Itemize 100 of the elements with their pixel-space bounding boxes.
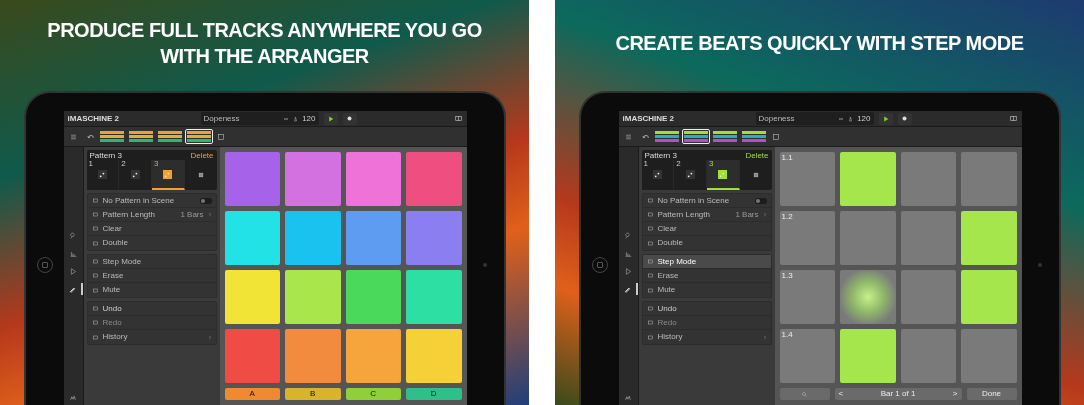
menu-row[interactable]: History xyxy=(87,330,216,344)
add-pattern-icon xyxy=(197,172,204,178)
drum-pad[interactable] xyxy=(224,211,280,265)
delete-link[interactable]: Delete xyxy=(190,152,214,160)
drum-pad[interactable] xyxy=(224,152,280,206)
pattern-number: 1 xyxy=(88,160,93,168)
play-button[interactable] xyxy=(878,112,893,125)
pattern-slot[interactable]: 1 xyxy=(641,160,675,190)
drum-pad[interactable] xyxy=(224,329,280,383)
step-pad[interactable]: 1.3 xyxy=(779,270,835,324)
drum-pad[interactable] xyxy=(345,152,401,206)
menu-row[interactable]: Undo xyxy=(87,302,216,316)
drum-pad[interactable] xyxy=(285,211,341,265)
step-pad[interactable]: 1.4 xyxy=(779,329,835,383)
scene-clip[interactable] xyxy=(97,129,126,144)
menu-row[interactable]: Double xyxy=(642,236,771,250)
pencil-icon xyxy=(623,285,631,293)
menu-row[interactable]: No Pattern in Scene xyxy=(87,194,216,208)
scene-clip[interactable] xyxy=(710,129,739,144)
menu-label: History xyxy=(657,333,684,341)
cursor-icon xyxy=(69,267,77,275)
pattern-slot[interactable]: 3 xyxy=(152,160,185,190)
menu-row[interactable]: No Pattern in Scene xyxy=(642,194,771,208)
play-button[interactable] xyxy=(323,112,338,125)
drum-pad[interactable] xyxy=(406,152,462,206)
next-bar-button[interactable]: > xyxy=(952,390,958,398)
drum-pad[interactable] xyxy=(345,270,401,324)
group-tab[interactable]: B xyxy=(285,388,341,400)
zoom-button[interactable] xyxy=(779,388,830,400)
scene-clip[interactable] xyxy=(155,129,184,144)
menu-label: Double xyxy=(657,239,683,247)
wave-icon xyxy=(624,395,632,401)
step-pad[interactable]: 1.2 xyxy=(779,211,835,265)
menu-row[interactable]: Step Mode xyxy=(642,255,771,269)
menu-row[interactable]: Clear xyxy=(87,222,216,236)
scene-clip[interactable] xyxy=(652,129,681,144)
menu-row[interactable]: Erase xyxy=(642,269,771,283)
record-button[interactable] xyxy=(342,112,357,125)
drum-pad[interactable] xyxy=(345,329,401,383)
bars-icon xyxy=(69,249,77,257)
menu-row[interactable]: History xyxy=(642,330,771,344)
toggle-switch[interactable] xyxy=(754,197,767,204)
done-button[interactable]: Done xyxy=(966,388,1017,400)
menu-row[interactable]: Pattern Length 1 Bars xyxy=(87,208,216,222)
drum-pad[interactable] xyxy=(285,152,341,206)
drum-pad[interactable] xyxy=(285,329,341,383)
menu-row[interactable]: Clear xyxy=(642,222,771,236)
drum-pad[interactable] xyxy=(224,270,280,324)
scene-clip[interactable] xyxy=(739,129,768,144)
toggle-switch[interactable] xyxy=(199,197,212,204)
more-icon xyxy=(283,116,290,121)
project-field[interactable]: Dopeness 120 xyxy=(200,112,319,125)
drum-pad[interactable] xyxy=(406,270,462,324)
menu-row[interactable]: Double xyxy=(87,236,216,250)
scene-clip[interactable] xyxy=(681,129,710,144)
scene-clip[interactable] xyxy=(126,129,155,144)
item-icon xyxy=(91,226,99,231)
delete-link[interactable]: Delete xyxy=(745,152,769,160)
menu-row[interactable]: Erase xyxy=(87,269,216,283)
menu-row[interactable]: Mute xyxy=(87,283,216,297)
step-pad[interactable] xyxy=(840,270,896,324)
menu-row[interactable]: Step Mode xyxy=(87,255,216,269)
pattern-slot[interactable]: 3 xyxy=(707,160,740,190)
add-scene-icon xyxy=(217,133,224,140)
more-icon xyxy=(838,116,845,121)
project-field[interactable]: Dopeness 120 xyxy=(755,112,874,125)
menu-row[interactable]: Pattern Length 1 Bars xyxy=(642,208,771,222)
item-icon xyxy=(91,198,99,203)
item-icon xyxy=(91,306,99,311)
tempo-value[interactable]: 120 xyxy=(857,114,871,123)
item-icon xyxy=(646,212,654,217)
step-pad[interactable]: 1.1 xyxy=(779,152,835,206)
group-tab[interactable]: A xyxy=(224,388,280,400)
drum-pad[interactable] xyxy=(406,211,462,265)
scene-clip[interactable] xyxy=(184,129,213,144)
item-icon xyxy=(91,334,99,340)
menu-icon xyxy=(625,133,632,140)
pattern-number: 2 xyxy=(676,160,681,168)
drum-pad[interactable] xyxy=(345,211,401,265)
drum-pad[interactable] xyxy=(406,329,462,383)
menu-value: 1 Bars xyxy=(735,210,759,219)
item-icon xyxy=(646,334,654,340)
tempo-value[interactable]: 120 xyxy=(302,114,316,123)
pattern-number: 3 xyxy=(154,160,159,168)
menu-label: Undo xyxy=(102,304,122,313)
group-tab[interactable]: D xyxy=(406,388,462,400)
previous-bar-button[interactable]: < xyxy=(838,390,844,398)
record-button[interactable] xyxy=(897,112,912,125)
pattern-slot[interactable]: 1 xyxy=(86,160,120,190)
search-icon xyxy=(69,231,77,239)
record-icon xyxy=(902,116,907,121)
play-icon xyxy=(882,115,889,122)
group-tab[interactable]: C xyxy=(345,388,401,400)
search-icon xyxy=(802,391,807,397)
search-icon xyxy=(624,231,632,239)
drum-pad[interactable] xyxy=(285,270,341,324)
step-label: 1.3 xyxy=(781,272,793,280)
app-logo: iMASCHINE 2 xyxy=(67,114,121,123)
menu-row[interactable]: Mute xyxy=(642,283,771,297)
menu-row[interactable]: Undo xyxy=(642,302,771,316)
